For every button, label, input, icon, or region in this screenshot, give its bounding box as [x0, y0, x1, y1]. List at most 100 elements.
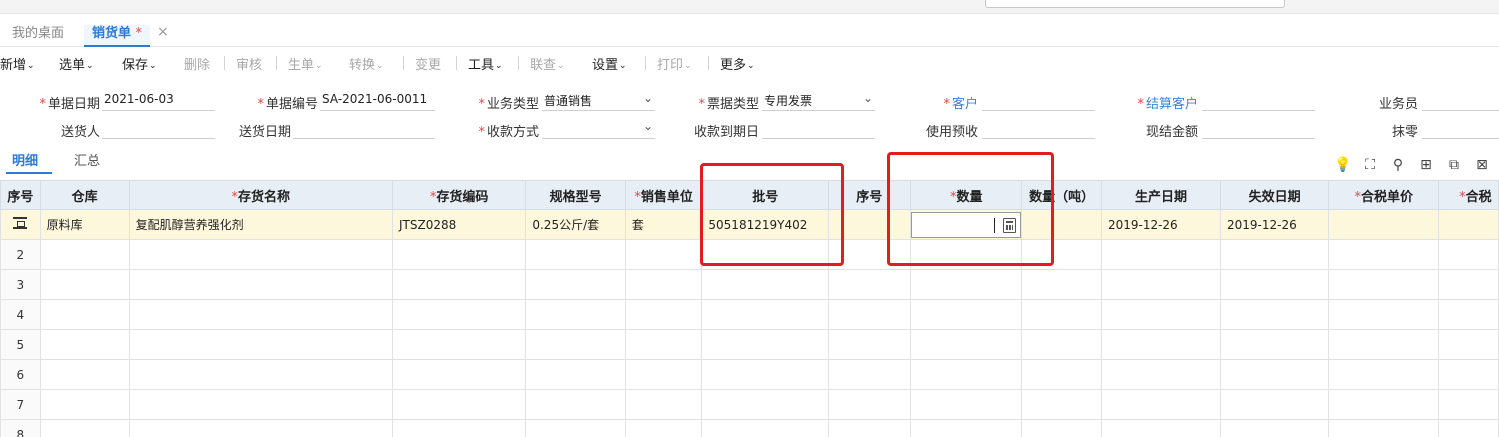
- convert-button[interactable]: 转换⌄: [349, 54, 384, 73]
- table-row[interactable]: 原料库 复配肌醇营养强化剂 JTSZ0288 0.25公斤/套 套 505181…: [0, 209, 1499, 240]
- cell-batch-no[interactable]: 505181219Y402: [701, 209, 830, 240]
- col-header-quantity-ton[interactable]: 数量（吨）: [1021, 180, 1102, 210]
- col-header-item-name[interactable]: *存货名称: [128, 180, 393, 210]
- cell-quantity[interactable]: [910, 209, 1023, 240]
- deliverer-label: 送货人: [60, 125, 100, 140]
- salesman-field[interactable]: [1422, 89, 1499, 111]
- cell-tax-amount[interactable]: [1438, 209, 1499, 240]
- cell-sales-unit[interactable]: 套: [624, 209, 703, 240]
- doc-no-field[interactable]: SA-2021-06-0011: [320, 89, 435, 111]
- col-header-sales-unit[interactable]: *销售单位: [624, 180, 703, 210]
- table-row[interactable]: 7: [0, 389, 1499, 420]
- table-row[interactable]: 5: [0, 329, 1499, 360]
- cell-mfg-date[interactable]: 2019-12-26: [1100, 209, 1222, 240]
- doc-date-field[interactable]: 2021-06-03: [102, 89, 215, 111]
- save-button[interactable]: 保存⌄: [122, 54, 157, 73]
- due-date-label: 收款到期日: [693, 125, 759, 140]
- window-top-strip: [0, 0, 1499, 14]
- rounding-label: 抹零: [1391, 125, 1418, 140]
- select-bill-button[interactable]: 选单⌄: [59, 54, 94, 73]
- table-row[interactable]: 2: [0, 239, 1499, 270]
- row-number: 3: [0, 269, 41, 300]
- delivery-date-label: 送货日期: [238, 125, 291, 140]
- biz-type-label: * 业务类型: [478, 97, 539, 112]
- quantity-input[interactable]: [911, 211, 1021, 238]
- row-action-icon[interactable]: [0, 209, 41, 240]
- print-button[interactable]: 打印⌄: [657, 54, 692, 73]
- new-button[interactable]: 新增⌄: [0, 54, 35, 73]
- row-number: 4: [0, 299, 41, 330]
- chevron-down-icon: ⌄: [86, 61, 94, 71]
- global-search-input[interactable]: [985, 0, 1285, 8]
- col-header-mfg-date[interactable]: 生产日期: [1100, 180, 1222, 210]
- doc-date-label: * 单据日期: [39, 97, 100, 112]
- delivery-date-field[interactable]: [293, 117, 435, 139]
- lightbulb-icon[interactable]: 💡: [1334, 157, 1351, 173]
- col-header-tax-price[interactable]: *合税单价: [1328, 180, 1440, 210]
- location-pin-icon[interactable]: ⚲: [1390, 157, 1406, 173]
- row-number: 2: [0, 239, 41, 270]
- col-header-item-code[interactable]: *存货编码: [391, 180, 527, 210]
- copy-row-icon[interactable]: ⧉: [1446, 157, 1462, 173]
- cash-amount-field[interactable]: [1202, 117, 1315, 139]
- col-header-warehouse[interactable]: 仓库: [39, 180, 130, 210]
- cell-spec[interactable]: 0.25公斤/套: [525, 209, 626, 240]
- table-row[interactable]: 4: [0, 299, 1499, 330]
- change-button[interactable]: 变更: [415, 54, 441, 73]
- scan-icon[interactable]: ⛶: [1362, 157, 1378, 173]
- deliverer-field[interactable]: [102, 117, 215, 139]
- row-number: 8: [0, 419, 41, 437]
- biz-type-select[interactable]: 普通销售 ⌄: [542, 89, 655, 111]
- add-row-icon[interactable]: ⊞: [1418, 157, 1434, 173]
- col-header-serial-no[interactable]: 序号: [828, 180, 912, 210]
- tab-sales-order[interactable]: 销货单 *: [84, 25, 151, 47]
- cell-serial-no[interactable]: [828, 209, 912, 240]
- toolbar-divider: [708, 56, 709, 70]
- subtab-summary[interactable]: 汇总: [74, 150, 100, 169]
- cell-warehouse[interactable]: 原料库: [39, 209, 130, 240]
- rounding-field[interactable]: [1422, 117, 1499, 139]
- table-row[interactable]: 6: [0, 359, 1499, 390]
- settle-customer-label: * 结算客户: [1137, 97, 1198, 112]
- use-prepay-field[interactable]: [982, 117, 1095, 139]
- audit-button[interactable]: 审核: [236, 54, 262, 73]
- col-header-quantity[interactable]: *数量: [910, 180, 1023, 210]
- chevron-down-icon: ⌄: [862, 91, 873, 105]
- col-header-batch-no[interactable]: 批号: [701, 180, 830, 210]
- delete-button[interactable]: 删除: [184, 54, 210, 73]
- toolbar-divider: [276, 56, 277, 70]
- toolbar-divider: [224, 56, 225, 70]
- generate-bill-button[interactable]: 生单⌄: [288, 54, 323, 73]
- payment-method-select[interactable]: ⌄: [542, 117, 655, 139]
- tab-home[interactable]: 我的桌面: [12, 25, 64, 47]
- subtab-detail[interactable]: 明细: [12, 150, 38, 169]
- more-button[interactable]: 更多⌄: [720, 54, 755, 73]
- chevron-down-icon: ⌄: [27, 61, 35, 71]
- tools-button[interactable]: 工具⌄: [468, 54, 503, 73]
- calculator-icon[interactable]: [1003, 217, 1017, 233]
- cell-exp-date[interactable]: 2019-12-26: [1220, 209, 1330, 240]
- table-row[interactable]: 3: [0, 269, 1499, 300]
- chevron-down-icon: ⌄: [557, 61, 565, 71]
- col-header-row-no[interactable]: 序号: [0, 180, 41, 210]
- customer-field[interactable]: [982, 89, 1095, 111]
- col-header-tax-amount[interactable]: *合税: [1438, 180, 1499, 210]
- doc-no-label: * 单据编号: [257, 97, 318, 112]
- settings-button[interactable]: 设置⌄: [592, 54, 627, 73]
- cell-item-code[interactable]: JTSZ0288: [391, 209, 527, 240]
- table-row[interactable]: 8: [0, 419, 1499, 437]
- cell-tax-price[interactable]: [1328, 209, 1440, 240]
- cell-quantity-ton[interactable]: [1021, 209, 1102, 240]
- cash-amount-label: 现结金额: [1145, 125, 1198, 140]
- settle-customer-field[interactable]: [1202, 89, 1315, 111]
- salesman-label: 业务员: [1378, 97, 1418, 112]
- due-date-field[interactable]: [762, 117, 875, 139]
- query-button[interactable]: 联查⌄: [530, 54, 565, 73]
- delete-row-icon[interactable]: ⊠: [1474, 157, 1490, 173]
- col-header-spec[interactable]: 规格型号: [525, 180, 626, 210]
- invoice-type-select[interactable]: 专用发票 ⌄: [762, 89, 875, 111]
- close-icon[interactable]: ×: [157, 24, 169, 40]
- cell-item-name[interactable]: 复配肌醇营养强化剂: [128, 209, 393, 240]
- col-header-exp-date[interactable]: 失效日期: [1220, 180, 1330, 210]
- subtab-active-indicator: [6, 172, 52, 174]
